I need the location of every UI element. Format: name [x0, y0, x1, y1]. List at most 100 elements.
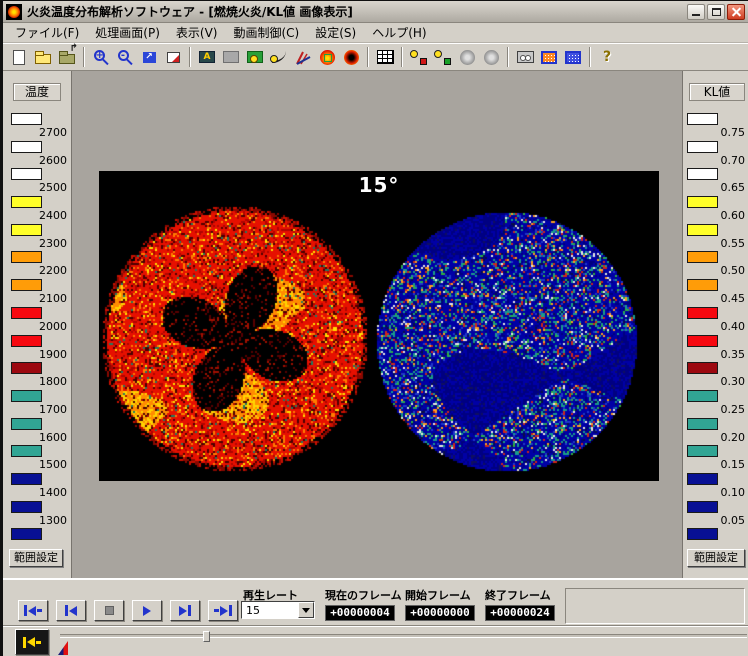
maximize-icon [712, 8, 721, 16]
zoom-out-button[interactable]: - [114, 46, 136, 69]
save-arrow-icon: ↱ [70, 44, 78, 54]
new-file-button[interactable] [8, 46, 30, 69]
kl-graph-button[interactable] [292, 46, 314, 69]
current-frame-label: 現在のフレーム [325, 587, 403, 603]
frame-position-marker [58, 641, 68, 655]
color-swatch [11, 473, 42, 485]
stop-icon [105, 606, 114, 615]
flame-disabled-button-1 [456, 46, 478, 69]
toolbar-separator [189, 47, 191, 67]
previous-frame-icon [65, 605, 68, 616]
title-bar: 火炎温度分布解析ソフトウェア - [燃焼火炎/KL値 画像表示] [3, 1, 748, 23]
point-curve-icon [270, 50, 288, 64]
kl-scale-row: 0.30 [687, 362, 745, 390]
kl-scale-row: 0.55 [687, 224, 745, 252]
end-frame-label: 終了フレーム [485, 587, 563, 603]
temperature-scale-row: 1700 [11, 390, 67, 418]
kl-graph-icon [295, 50, 312, 65]
next-frame-button[interactable] [170, 600, 200, 621]
kl-scale-row: 0.70 [687, 141, 745, 169]
help-button[interactable]: ? [596, 46, 618, 69]
close-button[interactable] [727, 4, 745, 20]
last-frame-icon [214, 609, 219, 612]
dropdown-button[interactable] [298, 602, 314, 618]
last-frame-button[interactable] [208, 600, 238, 621]
color-swatch [687, 390, 718, 402]
kl-scale-row: 0.25 [687, 390, 745, 418]
flame-kl-button[interactable] [340, 46, 362, 69]
first-frame-button[interactable] [18, 600, 48, 621]
frame-slider-track[interactable] [60, 634, 747, 638]
kl-scale-row: 0.65 [687, 168, 745, 196]
temperature-scale-row: 1300 [11, 501, 67, 529]
point-green-icon [434, 50, 452, 65]
scale-value-label: 1700 [39, 403, 67, 416]
grid-display-button[interactable] [374, 46, 396, 69]
point-red-button[interactable] [408, 46, 430, 69]
temperature-range-button[interactable]: 範囲設定 [9, 549, 63, 567]
temperature-scale-row: 2700 [11, 113, 67, 141]
play-button[interactable] [132, 600, 162, 621]
workspace: 温度 2700 2600 2500 [3, 71, 748, 578]
toolbar-separator [589, 47, 591, 67]
grid-icon [377, 50, 394, 64]
frame-grid-blue-button[interactable] [562, 46, 584, 69]
scale-value-label: 1800 [39, 375, 67, 388]
zoom-in-icon: + [94, 50, 105, 61]
video-cassette-icon [517, 51, 534, 63]
frame-slider-thumb[interactable] [203, 631, 210, 642]
flame-gray-icon [484, 50, 499, 65]
save-file-button[interactable]: ↱ [56, 46, 78, 69]
maximize-button[interactable] [707, 4, 725, 20]
playback-rate-select[interactable]: 15 [241, 601, 315, 619]
color-swatch [11, 168, 42, 180]
flame-temperature-button[interactable] [316, 46, 338, 69]
save-folder-icon [59, 54, 75, 64]
end-frame-counter: 終了フレーム +00000024 [485, 587, 563, 621]
menu-item[interactable]: 表示(V) [168, 22, 226, 43]
menu-item[interactable]: ファイル(F) [7, 22, 87, 43]
scale-value-label: 0.15 [721, 458, 746, 471]
kl-scale-row: 0.15 [687, 445, 745, 473]
minimize-button[interactable] [687, 4, 705, 20]
fit-window-button[interactable]: ↗ [138, 46, 160, 69]
frame-grid-orange-button[interactable] [538, 46, 560, 69]
video-cassette-button[interactable] [514, 46, 536, 69]
zoom-in-button[interactable]: + [90, 46, 112, 69]
scale-value-label: 1600 [39, 431, 67, 444]
point-curve-button[interactable] [268, 46, 290, 69]
open-file-button[interactable] [32, 46, 54, 69]
scale-value-label: 0.45 [721, 292, 746, 305]
previous-frame-button[interactable] [56, 600, 86, 621]
menu-item[interactable]: ヘルプ(H) [364, 22, 434, 43]
menu-item[interactable]: 処理画面(P) [87, 22, 168, 43]
kl-range-button[interactable]: 範囲設定 [687, 549, 745, 567]
point-green-button[interactable] [432, 46, 454, 69]
color-swatch [687, 224, 718, 236]
color-swatch [687, 473, 718, 485]
color-swatch [687, 196, 718, 208]
jump-to-start-icon [23, 637, 26, 648]
color-swatch [11, 390, 42, 402]
edit-window-button[interactable] [162, 46, 184, 69]
play-icon [143, 606, 151, 616]
capture-color-button[interactable] [244, 46, 266, 69]
jump-to-start-button[interactable] [15, 629, 49, 655]
color-swatch [687, 335, 718, 347]
stop-button[interactable] [94, 600, 124, 621]
kl-scale-row: 0.35 [687, 335, 745, 363]
scale-value-label: 2100 [39, 292, 67, 305]
point-red-icon [410, 50, 428, 65]
seek-bar [3, 625, 748, 656]
temperature-panel-title: 温度 [13, 83, 61, 101]
capture-label-button[interactable]: A [196, 46, 218, 69]
color-swatch [11, 362, 42, 374]
menu-item[interactable]: 設定(S) [307, 22, 364, 43]
temperature-scale-row: 2500 [11, 168, 67, 196]
flame-kl-icon [344, 50, 359, 65]
scale-value-label: 0.40 [721, 320, 746, 333]
temperature-scale-row: 1600 [11, 418, 67, 446]
toolbar-separator [507, 47, 509, 67]
menu-item[interactable]: 動画制御(C) [225, 22, 307, 43]
scale-value-label: 0.70 [721, 154, 746, 167]
